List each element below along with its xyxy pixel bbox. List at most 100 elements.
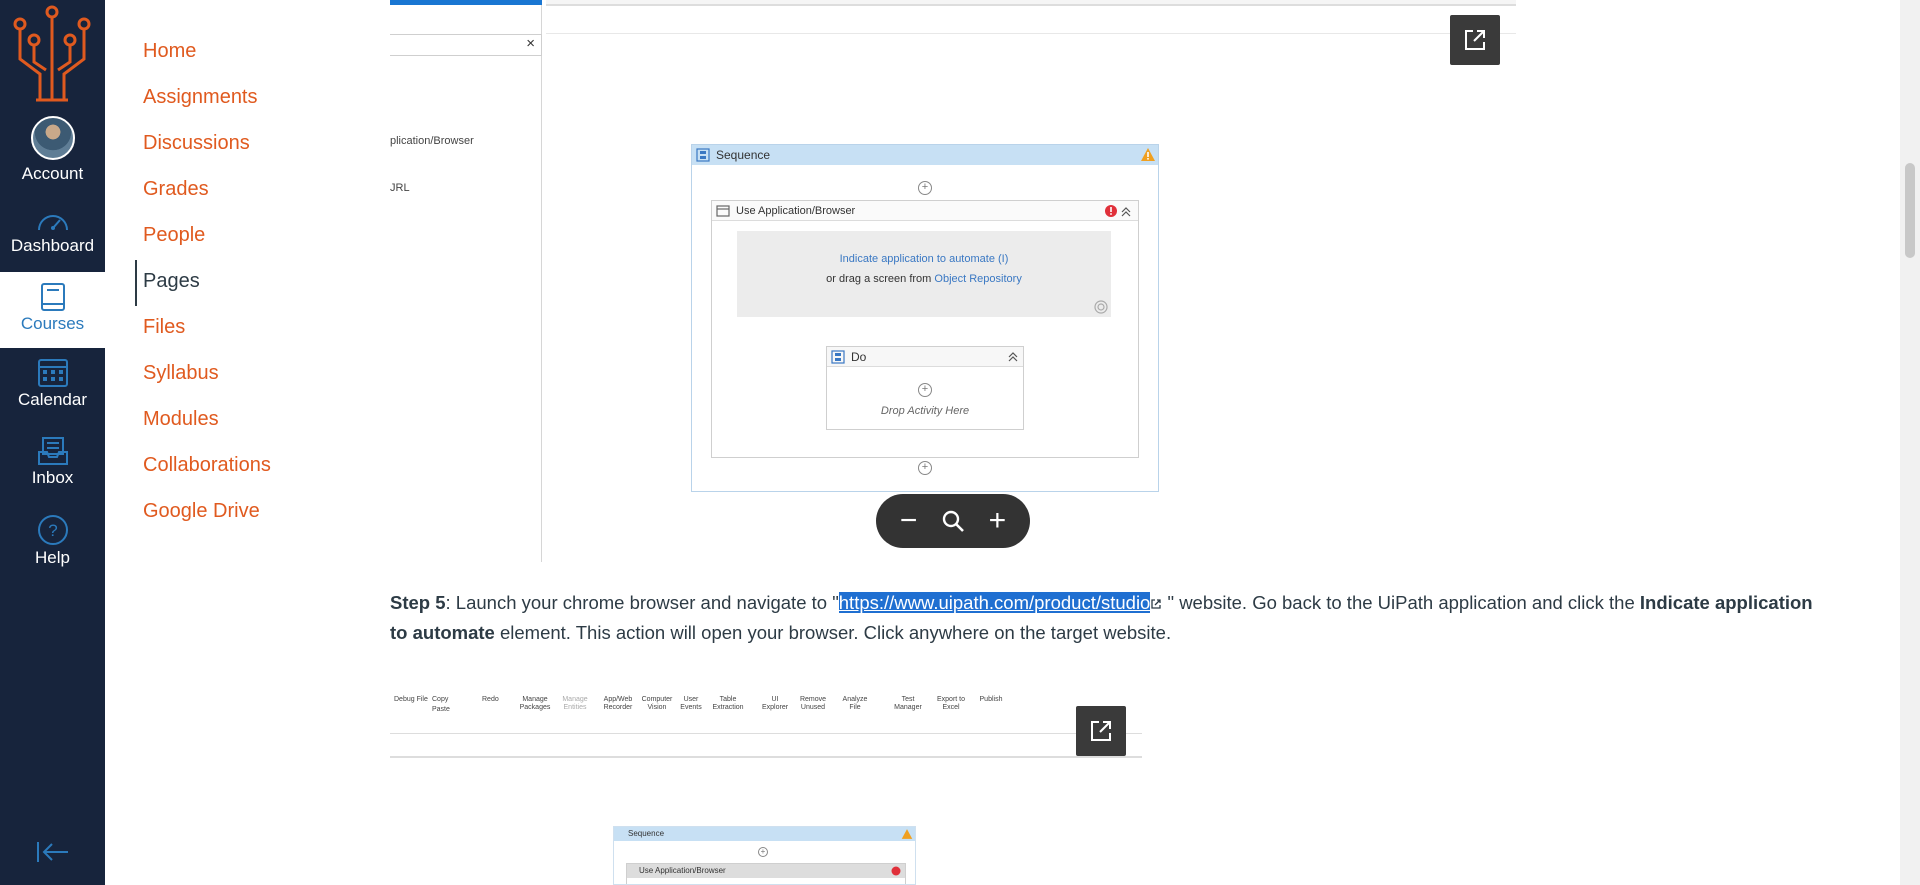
ribbon-debug-file: Debug File (394, 696, 428, 703)
step-5-label: Step 5 (390, 592, 446, 613)
indicate-app-area: Indicate application to automate (I) or … (737, 231, 1111, 317)
close-icon: × (526, 35, 535, 52)
nav-courses-label: Courses (20, 314, 85, 333)
sequence-header-small: Sequence (614, 827, 915, 841)
toolbar-strip (546, 0, 1516, 6)
use-app-label-small: Use Application/Browser (639, 866, 726, 875)
use-app-browser-activity: Use Application/Browser Indicate applica… (711, 200, 1139, 458)
book-icon (40, 283, 65, 311)
image-zoom-controls: − + (876, 494, 1030, 548)
nav-calendar[interactable]: Calendar (0, 356, 105, 410)
open-external-icon (1465, 30, 1485, 50)
ribbon-export-excel: Export to Excel (936, 696, 965, 711)
ribbon-divider (390, 733, 1142, 734)
sequence-label: Sequence (716, 148, 771, 162)
add-activity-icon: + (918, 181, 932, 195)
do-icon (831, 350, 845, 364)
scrollbar-thumb[interactable] (1905, 163, 1915, 258)
drag-screen-prefix: or drag a screen from (826, 273, 932, 285)
properties-panel: × plication/Browser JRL (390, 0, 542, 562)
panel-text-url: JRL (390, 182, 410, 194)
sequence-container: Sequence + Use Application/Browser Indic… (691, 144, 1159, 492)
ribbon-analyze-file: Analyze File (842, 696, 868, 711)
dashboard-icon (37, 215, 68, 231)
inbox-icon (37, 437, 68, 465)
course-nav-grades[interactable]: Grades (135, 168, 271, 214)
ribbon-app-web-recorder: App/Web Recorder (603, 696, 633, 711)
ribbon-publish: Publish (979, 696, 1003, 703)
help-icon: ? (37, 515, 68, 545)
sequence-icon (696, 148, 710, 162)
do-label: Do (851, 350, 867, 364)
ribbon-manage-packages: Manage Packages (519, 696, 551, 711)
course-nav-people[interactable]: People (135, 214, 271, 260)
open-external-icon (1091, 721, 1111, 741)
browser-icon (716, 205, 730, 217)
ribbon-ui-explorer: UI Explorer (762, 696, 789, 711)
drop-activity-text: Drop Activity Here (880, 405, 970, 417)
nav-inbox[interactable]: Inbox (0, 436, 105, 488)
nav-account[interactable]: Account (0, 116, 105, 184)
target-icon (1094, 300, 1108, 314)
uipath-screenshot-1[interactable]: × plication/Browser JRL Sequence + Use A… (390, 0, 1516, 562)
expand-image-button[interactable] (1450, 15, 1500, 65)
ribbon-manage-entities: Manage Entities (562, 696, 588, 711)
panel-search-field: × (390, 34, 542, 56)
ribbon-remove-unused: Remove Unused (799, 696, 827, 711)
use-app-label: Use Application/Browser (736, 205, 856, 217)
use-app-header-small: Use Application/Browser (627, 864, 905, 878)
step-5-paragraph: Step 5: Launch your chrome browser and n… (390, 588, 1830, 648)
svg-text:?: ? (48, 521, 57, 540)
zoom-in-button[interactable]: + (989, 506, 1007, 536)
nav-calendar-label: Calendar (18, 390, 87, 409)
add-activity-icon: + (918, 461, 932, 475)
panel-accent-bar (390, 0, 542, 5)
warning-icon (901, 829, 913, 839)
collapse-nav-icon[interactable] (36, 840, 70, 864)
nav-help[interactable]: ? Help (0, 514, 105, 568)
nav-account-label: Account (21, 164, 84, 183)
course-nav-syllabus[interactable]: Syllabus (135, 352, 271, 398)
course-nav-assignments[interactable]: Assignments (135, 76, 271, 122)
do-container: Do + Drop Activity Here (826, 346, 1024, 430)
ribbon-paste: Paste (432, 706, 450, 713)
nav-dashboard[interactable]: Dashboard (0, 208, 105, 256)
collapse-chevron-icon (1008, 352, 1018, 362)
global-navigation: Account Dashboard Courses Calendar Inbox… (0, 0, 105, 885)
zoom-reset-icon[interactable] (941, 509, 965, 533)
ribbon-bottom-border (390, 756, 1142, 758)
course-nav-modules[interactable]: Modules (135, 398, 271, 444)
avatar (30, 116, 75, 160)
error-collapse-icon (1105, 205, 1131, 217)
do-header: Do (827, 347, 1023, 367)
panel-text-application: plication/Browser (390, 135, 474, 147)
add-activity-icon: + (918, 383, 932, 397)
uipath-screenshot-2[interactable]: Debug File Copy Paste Redo Manage Packag… (390, 688, 1142, 758)
nav-courses[interactable]: Courses (0, 272, 105, 348)
nav-inbox-label: Inbox (31, 468, 74, 487)
ribbon-redo: Redo (482, 696, 499, 703)
divider (546, 33, 1516, 34)
ribbon-computer-vision: Computer Vision (641, 696, 673, 711)
expand-image-button[interactable] (1076, 706, 1126, 756)
uipath-studio-link[interactable]: https://www.uipath.com/product/studio (838, 592, 1151, 613)
ribbon-user-events: User Events (680, 696, 702, 711)
course-nav-google-drive[interactable]: Google Drive (135, 490, 271, 536)
ribbon-copy: Copy (432, 696, 449, 703)
course-navigation: Home Assignments Discussions Grades Peop… (135, 30, 271, 536)
course-nav-discussions[interactable]: Discussions (135, 122, 271, 168)
ribbon-test-manager: Test Manager (894, 696, 922, 711)
step-5-text-2: " website. Go back to the UiPath applica… (1162, 592, 1640, 613)
page-scrollbar[interactable] (1900, 0, 1920, 885)
uipath-screenshot-3[interactable]: Sequence + Use Application/Browser (613, 826, 916, 885)
use-app-activity-small: Use Application/Browser (626, 863, 906, 884)
object-repository-link: Object Repository (934, 273, 1022, 285)
course-nav-pages[interactable]: Pages (135, 260, 271, 306)
course-nav-files[interactable]: Files (135, 306, 271, 352)
zoom-out-button[interactable]: − (900, 506, 918, 536)
course-nav-collaborations[interactable]: Collaborations (135, 444, 271, 490)
nav-help-label: Help (35, 548, 70, 567)
error-icon (891, 866, 901, 876)
institution-logo[interactable] (12, 4, 92, 102)
course-nav-home[interactable]: Home (135, 30, 271, 76)
